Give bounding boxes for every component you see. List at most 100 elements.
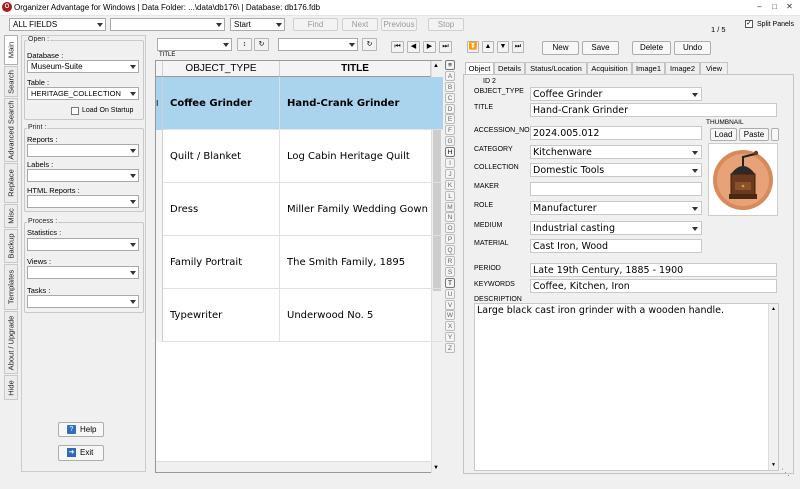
alphabet-letter[interactable]: G — [445, 136, 455, 147]
table-row[interactable]: Quilt / Blanket Log Cabin Heritage Quilt — [156, 130, 443, 183]
html-reports-select[interactable] — [27, 195, 139, 208]
alphabet-letter[interactable]: X — [445, 321, 455, 332]
sort-order-icon[interactable]: ↕ — [237, 38, 252, 51]
cell-title[interactable]: Log Cabin Heritage Quilt — [280, 130, 431, 183]
collection-field[interactable]: Domestic Tools — [530, 163, 702, 177]
cell-object-type[interactable]: Typewriter — [163, 289, 280, 342]
scroll-down-icon[interactable]: ▼ — [771, 462, 776, 468]
column-header-title[interactable]: TITLE — [280, 61, 431, 77]
load-thumbnail-button[interactable]: Load — [710, 128, 737, 141]
row-header[interactable] — [156, 183, 163, 236]
object-type-field[interactable]: Coffee Grinder — [530, 87, 702, 101]
medium-field[interactable]: Industrial casting — [530, 221, 702, 235]
cell-title[interactable]: Underwood No. 5 — [280, 289, 431, 342]
paste-thumbnail-button[interactable]: Paste — [739, 128, 769, 141]
labels-select[interactable] — [27, 169, 139, 182]
maximize-icon[interactable]: □ — [769, 2, 780, 13]
more-thumbnail-button[interactable] — [771, 128, 779, 141]
row-header[interactable]: I — [156, 77, 163, 130]
alphabet-letter[interactable]: R — [445, 256, 455, 267]
alphabet-letter[interactable]: K — [445, 179, 455, 190]
tasks-select[interactable] — [27, 295, 139, 308]
alphabet-letter[interactable]: N — [445, 212, 455, 223]
keywords-field[interactable]: Coffee, Kitchen, Iron — [530, 279, 777, 293]
tab-hide[interactable]: Hide — [4, 375, 18, 400]
alphabet-letter[interactable]: M — [445, 201, 455, 212]
table-row[interactable]: Typewriter Underwood No. 5 — [156, 289, 443, 342]
load-on-startup-checkbox[interactable] — [71, 107, 79, 115]
match-mode-select[interactable]: Start — [230, 18, 285, 31]
alphabet-letter[interactable]: W — [445, 310, 455, 321]
views-select[interactable] — [27, 266, 139, 279]
title-field[interactable]: Hand-Crank Grinder — [530, 103, 777, 117]
first-record-icon[interactable]: ⏮ — [391, 41, 404, 53]
database-select[interactable]: Museum-Suite — [27, 60, 139, 73]
field-select[interactable]: ALL FIELDS — [9, 18, 106, 31]
alphabet-letter[interactable]: U — [445, 288, 455, 299]
tab-advanced-search[interactable]: Advanced Search — [4, 98, 18, 162]
role-field[interactable]: Manufacturer — [530, 201, 702, 215]
alphabet-letter[interactable]: C — [445, 92, 455, 103]
save-button[interactable]: Save — [582, 41, 619, 55]
delete-button[interactable]: Delete — [632, 41, 671, 55]
table-row[interactable]: Dress Miller Family Wedding Gown — [156, 183, 443, 236]
last-record-icon[interactable]: ⏭ — [439, 41, 452, 53]
tab-templates[interactable]: Templates — [4, 264, 18, 310]
move-down-icon[interactable]: ▼ — [497, 41, 509, 53]
find-button[interactable]: Find — [293, 18, 338, 31]
statistics-select[interactable] — [27, 238, 139, 251]
close-icon[interactable]: ✕ — [784, 2, 795, 13]
refresh-icon[interactable]: ↻ — [254, 38, 269, 51]
alphabet-letter[interactable]: T — [445, 277, 455, 288]
column-header-object-type[interactable]: OBJECT_TYPE — [163, 61, 280, 77]
tab-misc[interactable]: Misc — [4, 204, 18, 228]
alphabet-letter[interactable]: S — [445, 266, 455, 277]
cell-object-type[interactable]: Quilt / Blanket — [163, 130, 280, 183]
alphabet-letter[interactable]: J — [445, 168, 455, 179]
alphabet-letter[interactable]: F — [445, 125, 455, 136]
previous-button[interactable]: Previous — [381, 18, 417, 31]
next-button[interactable]: Next — [342, 18, 378, 31]
alphabet-letter[interactable]: B — [445, 81, 455, 92]
alphabet-letter[interactable]: L — [445, 190, 455, 201]
help-button[interactable]: ? Help — [58, 422, 104, 437]
move-top-icon[interactable]: ⏬ — [467, 41, 479, 53]
row-header[interactable] — [156, 236, 163, 289]
maker-field[interactable] — [530, 182, 702, 196]
alphabet-letter[interactable]: Z — [445, 343, 455, 354]
cell-object-type[interactable]: Coffee Grinder — [163, 77, 280, 130]
tab-replace[interactable]: Replace — [4, 163, 18, 203]
scroll-up-icon[interactable]: ▲ — [771, 306, 776, 312]
scroll-up-icon[interactable]: ▲ — [433, 63, 439, 69]
alphabet-letter[interactable]: D — [445, 103, 455, 114]
description-textarea[interactable]: Large black cast iron grinder with a woo… — [474, 303, 779, 471]
row-header[interactable] — [156, 289, 163, 342]
view-select[interactable] — [278, 38, 358, 51]
alphabet-letter[interactable]: E — [445, 114, 455, 125]
category-field[interactable]: Kitchenware — [530, 145, 702, 159]
material-field[interactable]: Cast Iron, Wood — [530, 239, 702, 253]
row-header[interactable] — [156, 130, 163, 183]
cell-object-type[interactable]: Dress — [163, 183, 280, 236]
exit-button[interactable]: ➜ Exit — [58, 445, 104, 461]
sort-field-select[interactable] — [157, 38, 232, 51]
minimize-icon[interactable]: – — [754, 2, 765, 13]
stop-button[interactable]: Stop — [428, 18, 464, 31]
move-up-icon[interactable]: ▲ — [482, 41, 494, 53]
cell-title[interactable]: Miller Family Wedding Gown — [280, 183, 431, 236]
split-panels-checkbox[interactable]: ✓ — [745, 20, 753, 28]
resize-grip-icon[interactable]: ⋱ — [781, 467, 795, 481]
prev-record-icon[interactable]: ◀ — [407, 41, 420, 53]
grid-horizontal-scrollbar[interactable] — [156, 461, 431, 472]
alphabet-letter[interactable]: A — [445, 70, 455, 81]
reports-select[interactable] — [27, 144, 139, 157]
accession-field[interactable]: 2024.005.012 — [530, 126, 702, 140]
table-row[interactable]: I Coffee Grinder Hand-Crank Grinder — [156, 77, 443, 130]
description-scrollbar[interactable]: ▲ ▼ — [768, 304, 778, 470]
tab-search[interactable]: Search — [4, 66, 18, 97]
refresh-view-icon[interactable]: ↻ — [362, 38, 377, 51]
alphabet-letter[interactable]: Y — [445, 332, 455, 343]
alphabet-letter[interactable]: Q — [445, 245, 455, 256]
tab-backup[interactable]: Backup — [4, 229, 18, 263]
undo-button[interactable]: Undo — [674, 41, 711, 55]
